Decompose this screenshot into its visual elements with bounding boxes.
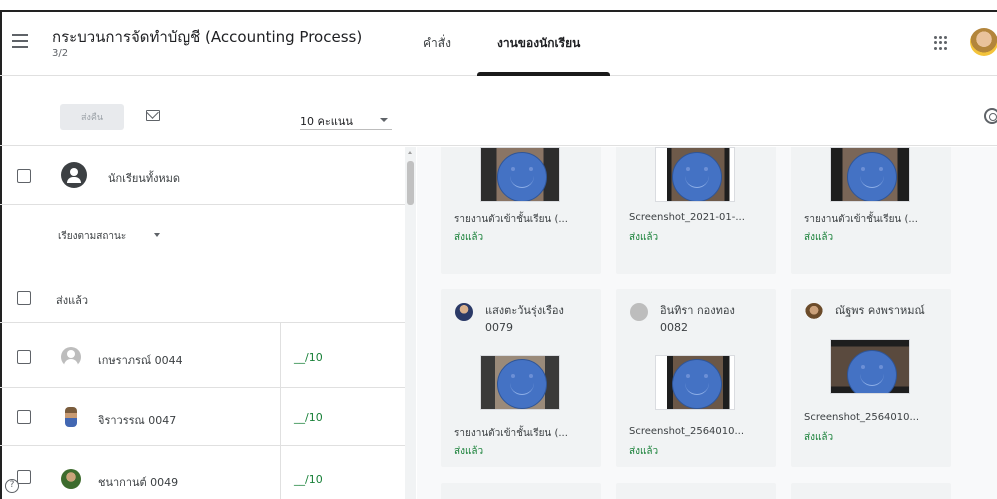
student-list-panel: นักเรียนทั้งหมด เรียงตามสถานะ ส่งแล้ว เก…	[0, 147, 416, 499]
grade-input[interactable]: __/10	[294, 473, 323, 486]
student-name: แสงตะวันรุ่งเรือง 0079	[485, 304, 564, 334]
submission-card[interactable]: รายงานตัวเข้าชั้นเรียน (... ส่งแล้ว	[791, 147, 951, 274]
attachment-name: Screenshot_2021-01-...	[629, 212, 745, 223]
group-icon	[61, 162, 87, 188]
sort-dropdown[interactable]: เรียงตามสถานะ	[58, 229, 126, 244]
face-redaction	[497, 152, 547, 201]
section-checkbox[interactable]	[17, 291, 31, 305]
all-students-label: นักเรียนทั้งหมด	[108, 172, 181, 185]
status-label: ส่งแล้ว	[629, 232, 659, 243]
submission-card[interactable]: รายงานตัวเข้าชั้นเรียน (... ส่งแล้ว	[441, 147, 601, 274]
attachment-name: รายงานตัวเข้าชั้นเรียน (...	[454, 428, 568, 439]
apps-grid-icon[interactable]	[934, 36, 948, 50]
submission-card[interactable]	[441, 483, 601, 499]
chevron-down-icon[interactable]	[154, 233, 160, 237]
submission-card[interactable]: Screenshot_2021-01-... ส่งแล้ว	[616, 147, 776, 274]
table-row[interactable]: ชนากานต์ 0049 __/10	[0, 446, 405, 499]
student-name: จิราวรรณ 0047	[98, 414, 177, 427]
face-redaction	[847, 152, 897, 201]
class-subtitle: 3/2	[52, 48, 69, 59]
scrollbar[interactable]	[405, 147, 416, 499]
student-name: เกษราภรณ์ 0044	[98, 354, 183, 367]
status-label: ส่งแล้ว	[629, 446, 659, 457]
avatar	[455, 303, 473, 321]
submitted-section-row: ส่งแล้ว	[0, 265, 405, 323]
attachment-name: Screenshot_2564010...	[804, 412, 920, 423]
points-dropdown[interactable]: 10 คะแนน	[300, 106, 392, 130]
sort-row: เรียงตามสถานะ	[0, 205, 405, 265]
submission-card[interactable]	[791, 483, 951, 499]
attachment-thumbnail	[830, 339, 910, 394]
avatar	[65, 407, 77, 427]
student-checkbox[interactable]	[17, 470, 31, 484]
all-students-row[interactable]: นักเรียนทั้งหมด	[0, 147, 405, 205]
student-checkbox[interactable]	[17, 410, 31, 424]
student-checkbox[interactable]	[17, 350, 31, 364]
submission-card[interactable]: ณัฐพร คงพราหมณ์ Screenshot_2564010... ส่…	[791, 289, 951, 467]
grade-input[interactable]: __/10	[294, 411, 323, 424]
submission-card[interactable]: อินทิรา กองทอง 0082 Screenshot_2564010..…	[616, 289, 776, 467]
table-row[interactable]: จิราวรรณ 0047 __/10	[0, 388, 405, 446]
return-button[interactable]: ส่งคืน	[60, 104, 124, 130]
attachment-thumbnail	[480, 147, 560, 202]
face-redaction	[672, 152, 722, 201]
status-label: ส่งแล้ว	[804, 432, 834, 443]
attachment-thumbnail	[655, 355, 735, 410]
face-redaction	[497, 359, 547, 409]
avatar	[805, 303, 823, 321]
section-label: ส่งแล้ว	[56, 294, 89, 307]
submission-card[interactable]	[616, 483, 776, 499]
account-avatar[interactable]	[970, 28, 997, 56]
help-icon[interactable]: ?	[5, 479, 19, 493]
avatar	[61, 347, 81, 367]
gear-icon[interactable]	[984, 108, 997, 124]
attachment-thumbnail	[480, 355, 560, 410]
face-redaction	[672, 359, 722, 409]
submission-card[interactable]: แสงตะวันรุ่งเรือง 0079 รายงานตัวเข้าชั้น…	[441, 289, 601, 467]
app-header: กระบวนการจัดทำบัญชี (Accounting Process)…	[0, 12, 997, 76]
grade-input[interactable]: __/10	[294, 351, 323, 364]
status-label: ส่งแล้ว	[804, 232, 834, 243]
attachment-name: รายงานตัวเข้าชั้นเรียน (...	[804, 214, 918, 225]
tab-instructions[interactable]: คำสั่ง	[423, 34, 451, 53]
status-label: ส่งแล้ว	[454, 446, 484, 457]
points-value: 10 คะแนน	[300, 115, 353, 128]
class-title: กระบวนการจัดทำบัญชี (Accounting Process)	[52, 28, 363, 46]
tab-student-work[interactable]: งานของนักเรียน	[497, 34, 580, 53]
menu-icon[interactable]	[12, 34, 28, 48]
attachment-name: Screenshot_2564010...	[629, 426, 745, 437]
avatar	[630, 303, 648, 321]
chevron-down-icon	[380, 118, 388, 122]
scroll-thumb[interactable]	[407, 161, 414, 205]
attachment-thumbnail	[655, 147, 735, 202]
attachment-name: รายงานตัวเข้าชั้นเรียน (...	[454, 214, 568, 225]
submissions-grid: รายงานตัวเข้าชั้นเรียน (... ส่งแล้ว Scre…	[417, 147, 997, 499]
face-redaction	[847, 350, 897, 393]
avatar	[61, 469, 81, 489]
attachment-thumbnail	[830, 147, 910, 202]
select-all-checkbox[interactable]	[17, 169, 31, 183]
table-row[interactable]: เกษราภรณ์ 0044 __/10	[0, 330, 405, 388]
student-name: ชนากานต์ 0049	[98, 476, 179, 489]
email-icon[interactable]	[146, 110, 160, 121]
grading-toolbar: ส่งคืน 10 คะแนน	[0, 88, 997, 146]
status-label: ส่งแล้ว	[454, 232, 484, 243]
active-tab-indicator	[477, 72, 610, 76]
scroll-up-arrow-icon[interactable]	[408, 151, 412, 154]
student-name: ณัฐพร คงพราหมณ์	[835, 304, 925, 317]
student-name: อินทิรา กองทอง 0082	[660, 304, 735, 334]
